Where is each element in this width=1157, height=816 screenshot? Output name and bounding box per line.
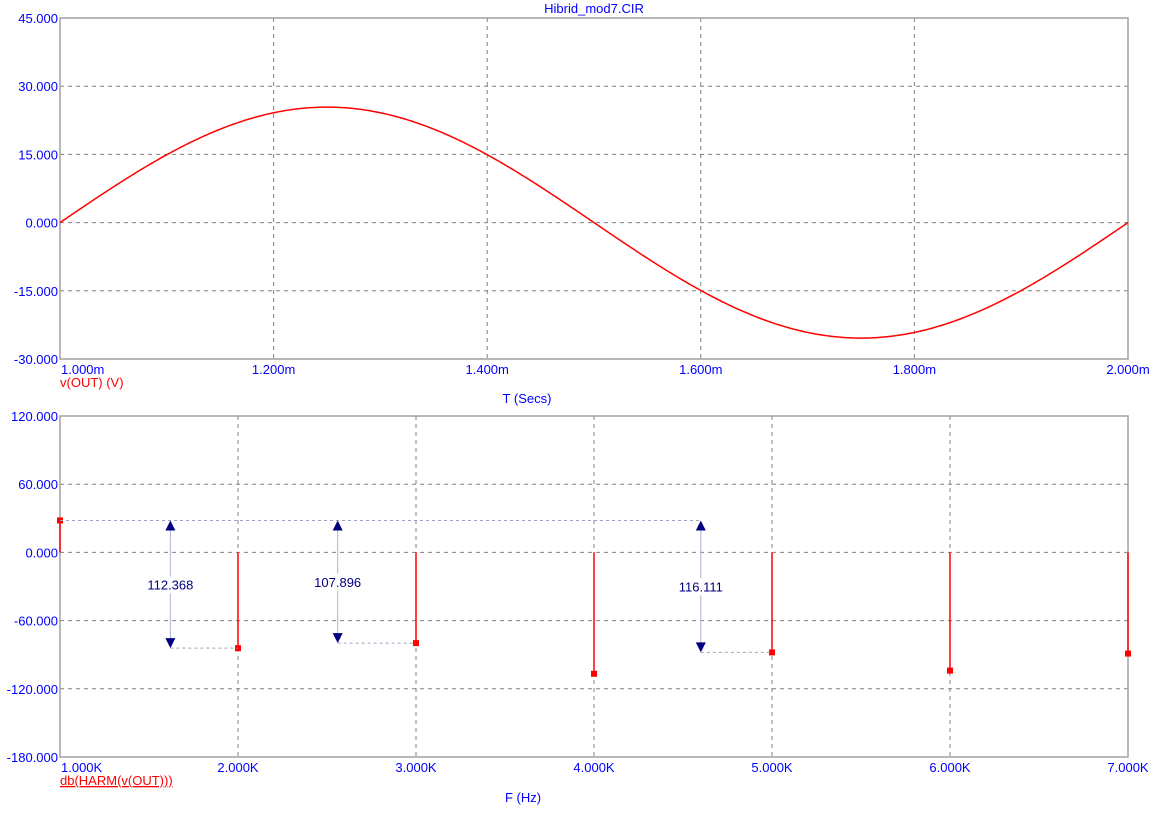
arrow-down-icon (165, 638, 176, 649)
harmonic-point (1125, 650, 1131, 657)
y-tick-label: 30.000 (18, 79, 58, 94)
y-tick-label: -180.000 (7, 750, 58, 765)
harmonic-point (591, 670, 597, 677)
x-tick-label: 2.000m (1106, 362, 1149, 377)
bottom-xlabel: F (Hz) (505, 790, 541, 805)
delta-annotation: 116.111 (674, 520, 772, 653)
x-tick-label: 1.200m (252, 362, 295, 377)
y-tick-label: 60.000 (18, 477, 58, 492)
y-tick-label: 15.000 (18, 147, 58, 162)
y-tick-label: -15.000 (14, 284, 58, 299)
delta-annotation: 112.368 (144, 520, 238, 649)
annotation-label: 112.368 (147, 577, 193, 592)
y-tick-label: 0.000 (25, 216, 58, 231)
x-tick-label: 2.000K (217, 760, 259, 775)
arrow-up-icon (165, 520, 176, 531)
annotation-label: 107.896 (314, 575, 361, 590)
x-tick-label: 1.800m (893, 362, 936, 377)
arrow-down-icon (695, 642, 706, 653)
top-series-label[interactable]: v(OUT) (V) (60, 375, 124, 390)
chart-title: Hibrid_mod7.CIR (544, 1, 644, 16)
harmonic-point (947, 667, 953, 674)
arrow-up-icon (332, 520, 343, 531)
x-tick-label: 6.000K (929, 760, 971, 775)
plot-frame (59, 17, 1129, 360)
x-tick-label: 1.400m (466, 362, 509, 377)
y-tick-label: 0.000 (25, 545, 58, 560)
x-tick-label: 7.000K (1107, 760, 1149, 775)
y-tick-label: -120.000 (7, 682, 58, 697)
arrow-down-icon (332, 633, 343, 644)
annotation-label: 116.111 (679, 579, 723, 594)
x-tick-label: 4.000K (573, 760, 615, 775)
x-tick-label: 1.000K (61, 760, 103, 775)
harmonic-analysis-chart: Hibrid_mod7.CIR T (Secs) v(OUT) (V) F (H… (7, 1, 1150, 805)
y-tick-label: 45.000 (18, 11, 58, 26)
y-tick-label: -30.000 (14, 352, 58, 367)
bottom-series-label[interactable]: db(HARM(v(OUT))) (60, 773, 173, 788)
x-tick-label: 5.000K (751, 760, 793, 775)
top-xlabel: T (Secs) (503, 391, 552, 406)
arrow-up-icon (695, 520, 706, 531)
y-tick-label: 120.000 (11, 409, 58, 424)
y-tick-label: -60.000 (14, 614, 58, 629)
x-tick-label: 3.000K (395, 760, 437, 775)
delta-annotation: 107.896 (311, 520, 416, 644)
x-tick-label: 1.600m (679, 362, 722, 377)
x-tick-label: 1.000m (61, 362, 104, 377)
